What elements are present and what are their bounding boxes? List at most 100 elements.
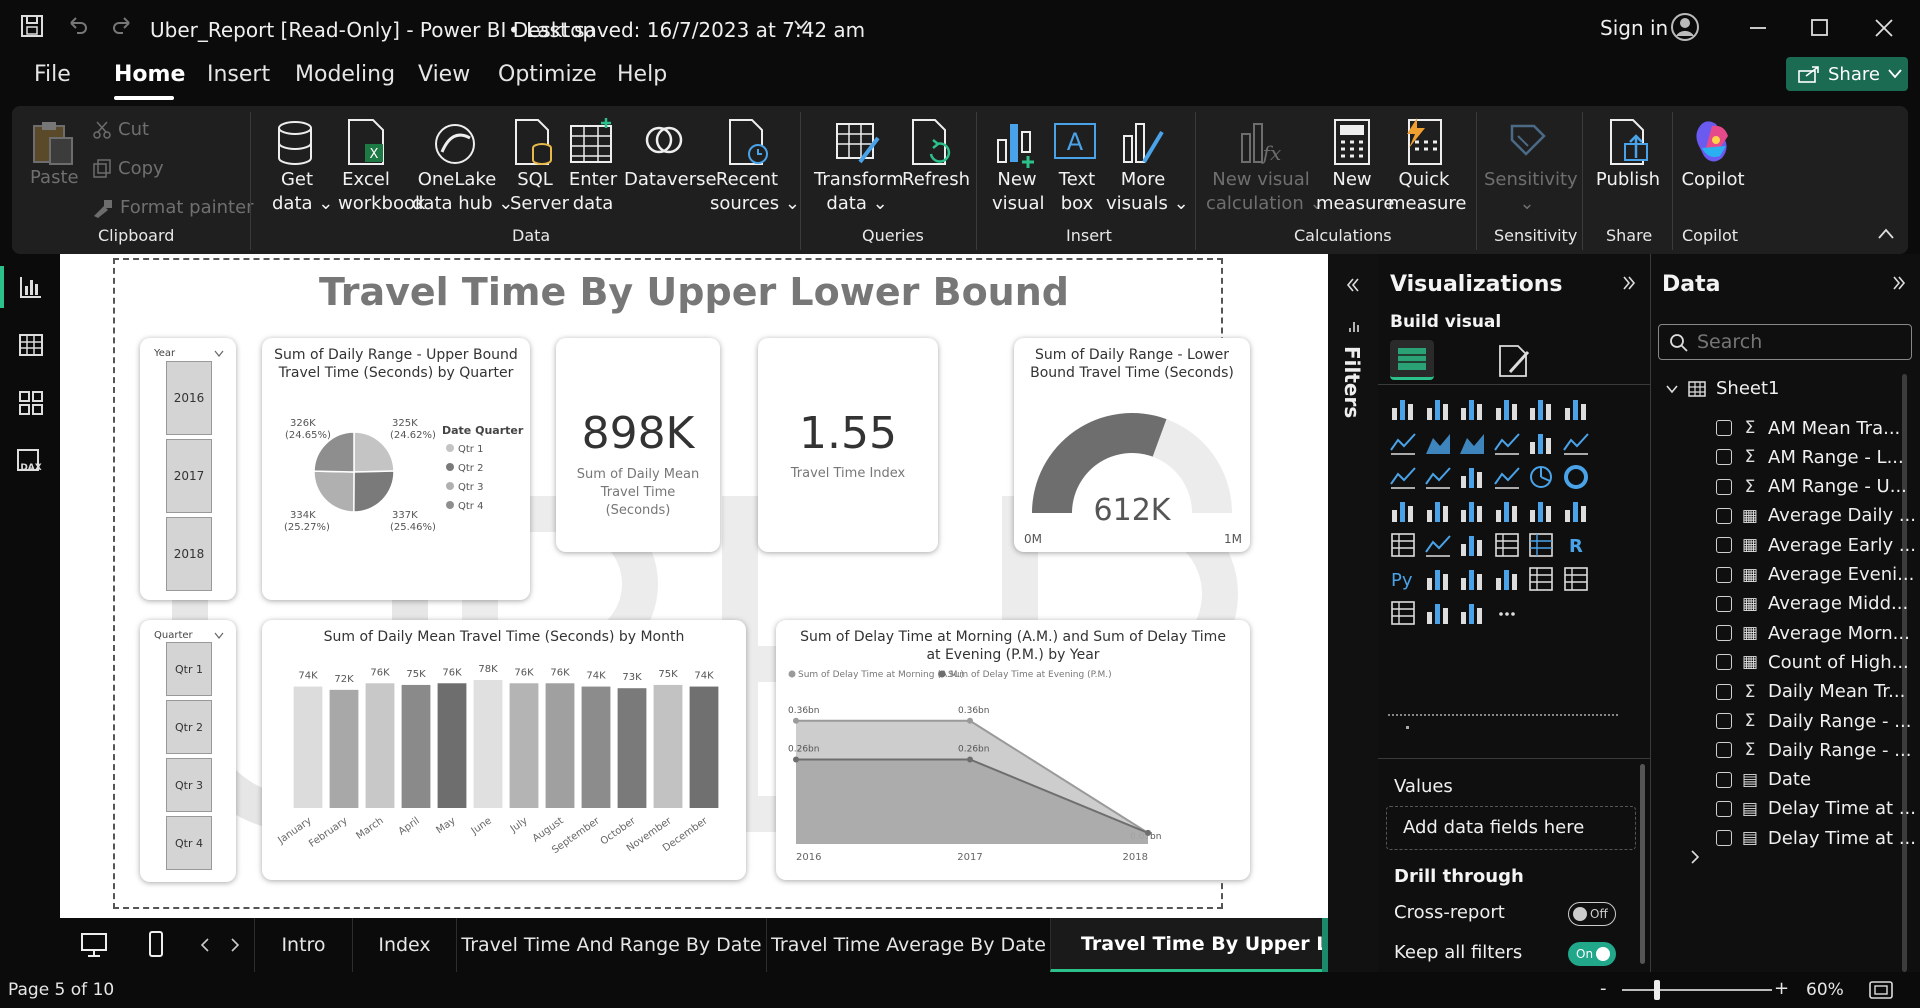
100-column-visual-icon[interactable]: [1561, 394, 1591, 424]
slicer-item-qtr2[interactable]: Qtr 2: [166, 700, 212, 754]
pie-chart-visual[interactable]: Sum of Daily Range - Upper Bound Travel …: [262, 338, 530, 600]
field-checkbox[interactable]: [1716, 742, 1732, 759]
clustered-bar-visual-icon[interactable]: [1457, 394, 1487, 424]
field-checkbox[interactable]: [1716, 595, 1732, 612]
field-checkbox[interactable]: [1716, 537, 1732, 554]
pane-scrollbar[interactable]: [1640, 764, 1645, 964]
collapse-pane-icon[interactable]: [1892, 276, 1906, 290]
search-input[interactable]: [1697, 329, 1897, 355]
dax-query-view-icon[interactable]: DAX: [16, 448, 46, 474]
zoom-slider-thumb[interactable]: [1654, 980, 1660, 1000]
filters-pane[interactable]: Filters: [1328, 254, 1378, 972]
menu-modeling[interactable]: Modeling: [295, 62, 395, 87]
maximize-icon[interactable]: [1810, 18, 1830, 38]
pie-visual-icon[interactable]: [1526, 462, 1556, 492]
format-visual-icon[interactable]: [1494, 342, 1534, 380]
sign-in-link[interactable]: Sign in: [1600, 16, 1668, 40]
account-icon[interactable]: [1670, 12, 1700, 42]
add-fields-dropzone[interactable]: Add data fields here: [1386, 806, 1636, 850]
table-sheet1[interactable]: Sheet1: [1666, 378, 1780, 399]
paste-button[interactable]: Paste: [30, 120, 79, 190]
donut-visual-icon[interactable]: [1561, 462, 1591, 492]
waterfall-visual-icon[interactable]: [1526, 428, 1556, 458]
quarter-slicer[interactable]: Quarter Qtr 1 Qtr 2 Qtr 3 Qtr 4: [140, 620, 236, 882]
model-view-icon[interactable]: [18, 390, 44, 416]
menu-optimize[interactable]: Optimize: [498, 62, 597, 87]
next-page-icon[interactable]: [230, 938, 240, 952]
kpi-visual-icon[interactable]: [1423, 530, 1453, 560]
transform-data-button[interactable]: Transform data ⌄: [814, 118, 904, 216]
field-checkbox[interactable]: [1716, 420, 1732, 436]
kpi-card-daily-mean[interactable]: 898K Sum of Daily Mean Travel Time (Seco…: [556, 338, 720, 552]
format-painter-button[interactable]: Format painter: [92, 196, 254, 220]
fit-to-page-icon[interactable]: [1868, 980, 1894, 1000]
more-visual-icon[interactable]: [1492, 598, 1522, 628]
menu-help[interactable]: Help: [617, 62, 667, 87]
ribbon-visual-icon[interactable]: [1492, 428, 1522, 458]
zoom-out-button[interactable]: -: [1600, 978, 1607, 999]
line-visual-icon[interactable]: [1388, 428, 1418, 458]
multi-row-card-visual-icon[interactable]: [1388, 530, 1418, 560]
search-box[interactable]: [1658, 324, 1912, 360]
tab-travel-time-upper-lower[interactable]: Travel Time By Upper Lower B: [1050, 918, 1322, 972]
power-automate-visual-icon[interactable]: [1457, 598, 1487, 628]
chevron-right-icon[interactable]: [1690, 850, 1700, 864]
filled-map-visual-icon[interactable]: [1457, 496, 1487, 526]
tab-index[interactable]: Index: [352, 918, 456, 972]
slicer-item-qtr3[interactable]: Qtr 3: [166, 758, 212, 812]
matrix-visual-icon[interactable]: [1526, 530, 1556, 560]
table-visual-icon[interactable]: [1492, 530, 1522, 560]
slicer-item-qtr1[interactable]: Qtr 1: [166, 642, 212, 696]
collapse-pane-icon[interactable]: [1622, 276, 1636, 290]
expand-filters-icon[interactable]: [1346, 278, 1360, 292]
field-checkbox[interactable]: [1716, 654, 1732, 671]
sql-server-button[interactable]: SQL Server: [510, 118, 569, 216]
tab-travel-time-range[interactable]: Travel Time And Range By Date: [456, 918, 766, 972]
field-checkbox[interactable]: [1716, 830, 1732, 847]
menu-file[interactable]: File: [34, 62, 71, 87]
year-slicer[interactable]: Year 2016 2017 2018: [140, 338, 236, 600]
slicer-item-2018[interactable]: 2018: [166, 517, 212, 591]
copy-button[interactable]: Copy: [92, 157, 164, 181]
stacked-bar-visual-icon[interactable]: [1388, 394, 1418, 424]
share-button[interactable]: Share: [1786, 57, 1908, 91]
publish-button[interactable]: Publish: [1592, 118, 1664, 192]
area-visual-icon[interactable]: [1423, 428, 1453, 458]
r-script-visual-icon[interactable]: R: [1561, 530, 1591, 560]
minimize-icon[interactable]: [1748, 18, 1768, 38]
menu-home[interactable]: Home: [114, 62, 185, 87]
tab-intro[interactable]: Intro: [254, 918, 352, 972]
sensitivity-button[interactable]: Sensitivity ⌄: [1484, 118, 1578, 216]
slicer-visual-icon[interactable]: [1457, 530, 1487, 560]
collapse-ribbon-icon[interactable]: [1878, 228, 1894, 240]
zoom-slider-track[interactable]: [1622, 989, 1772, 991]
stacked-column-visual-icon[interactable]: [1423, 394, 1453, 424]
more-visuals-button[interactable]: More visuals ⌄: [1106, 118, 1189, 216]
refresh-button[interactable]: Refresh: [902, 118, 970, 192]
redo-icon[interactable]: [110, 14, 134, 38]
card-visual-icon[interactable]: [1561, 496, 1591, 526]
new-visual-button[interactable]: New visual: [992, 118, 1044, 216]
python-visual-icon[interactable]: Py: [1388, 564, 1418, 594]
decomposition-visual-icon[interactable]: [1457, 564, 1487, 594]
table-view-icon[interactable]: [18, 332, 44, 358]
zoom-in-button[interactable]: +: [1774, 978, 1789, 999]
new-measure-button[interactable]: New measure: [1316, 118, 1395, 216]
area-chart-visual[interactable]: Sum of Delay Time at Morning (A.M.) and …: [776, 620, 1250, 880]
qa-visual-icon[interactable]: [1492, 564, 1522, 594]
slicer-item-2016[interactable]: 2016: [166, 361, 212, 435]
chevron-down-icon[interactable]: [214, 632, 224, 639]
stacked-area-visual-icon[interactable]: [1457, 428, 1487, 458]
new-visual-calculation-button[interactable]: fx New visual calculation ⌄: [1206, 118, 1325, 216]
save-icon[interactable]: [20, 14, 44, 38]
key-influencers-visual-icon[interactable]: [1423, 564, 1453, 594]
field-item[interactable]: ▤ Delay Time at ...: [1716, 820, 1916, 856]
field-checkbox[interactable]: [1716, 683, 1732, 700]
combo-visual-icon[interactable]: [1561, 428, 1591, 458]
quick-measure-button[interactable]: Quick measure: [1388, 118, 1467, 216]
excel-workbook-button[interactable]: X Excel workbook: [338, 118, 425, 216]
field-checkbox[interactable]: [1716, 771, 1732, 788]
bar-chart-visual[interactable]: Sum of Daily Mean Travel Time (Seconds) …: [262, 620, 746, 880]
copilot-button[interactable]: Copilot: [1680, 118, 1746, 192]
prev-page-icon[interactable]: [200, 938, 210, 952]
